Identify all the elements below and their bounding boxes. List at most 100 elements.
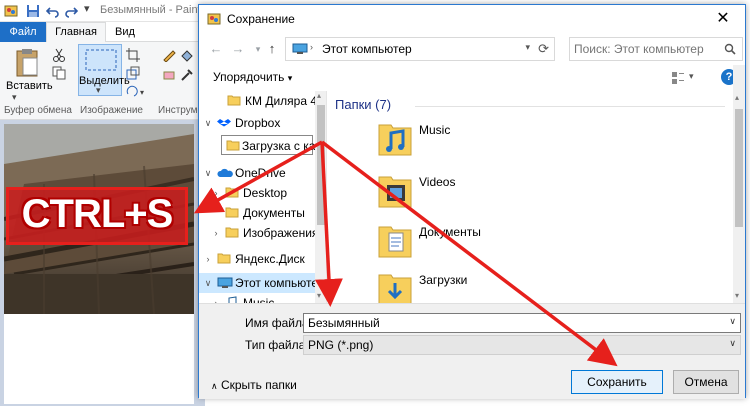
filename-value: Безымянный (308, 316, 380, 330)
view-dropdown-icon[interactable]: ▾ (689, 71, 694, 82)
nav-item-label: Яндекс.Диск (235, 252, 305, 266)
eraser-icon[interactable] (162, 68, 176, 82)
up-arrow-icon[interactable]: ↑ (263, 39, 281, 59)
filetype-select[interactable]: PNG (*.png) ∨ (303, 335, 741, 355)
expanded-chevron-icon[interactable]: ∨ (203, 163, 213, 183)
nav-item-images[interactable]: › Изображения (199, 223, 319, 243)
filename-input[interactable]: Безымянный ∨ (303, 313, 741, 333)
search-input[interactable] (574, 41, 722, 57)
address-text: Этот компьютер (322, 42, 412, 56)
scroll-down-icon[interactable]: ▾ (317, 291, 321, 300)
canvas-blank-area[interactable] (4, 314, 194, 404)
tab-home[interactable]: Главная (46, 22, 106, 43)
videos-folder-icon (378, 176, 412, 208)
paste-label[interactable]: Вставить (6, 80, 53, 92)
resize-icon[interactable] (126, 66, 140, 80)
save-button[interactable]: Сохранить (571, 370, 663, 394)
image-group-label: Изображение (80, 105, 143, 116)
close-button[interactable]: ✕ (701, 5, 745, 33)
save-icon[interactable] (26, 4, 40, 18)
collapsed-chevron-icon[interactable]: › (211, 183, 221, 203)
nav-item-camera-uploads[interactable]: Загрузка с камеры (221, 135, 326, 155)
search-box[interactable] (569, 37, 743, 61)
search-icon[interactable] (724, 43, 736, 55)
paint-title: Безымянный - Paint (100, 4, 201, 16)
content-pane: ∨ Папки (7) Music Videos Документы Загру… (329, 91, 731, 303)
nav-scrollbar-thumb[interactable] (317, 105, 325, 225)
undo-icon[interactable] (46, 4, 60, 18)
dialog-bottom-panel: Имя файла: Безымянный ∨ Тип файла: PNG (… (199, 303, 745, 399)
scroll-up-icon[interactable]: ▴ (735, 93, 739, 102)
nav-scrollbar[interactable]: ▴ ▾ (315, 91, 326, 303)
copy-icon[interactable] (52, 66, 66, 80)
content-scrollbar[interactable]: ▴ ▾ (733, 65, 745, 303)
select-icon (85, 49, 117, 71)
ctrl-s-annotation: CTRL+S (6, 187, 188, 245)
folder-tile-videos[interactable]: Videos (377, 171, 577, 215)
dropbox-icon (217, 119, 231, 127)
tab-file[interactable]: Файл (0, 22, 46, 42)
paste-icon[interactable] (14, 48, 40, 78)
view-options-icon[interactable] (671, 71, 685, 85)
folder-icon (225, 227, 239, 238)
filename-dropdown-icon[interactable]: ∨ (729, 316, 736, 327)
address-bar[interactable]: › Этот компьютер ▾ ⟳ (285, 37, 555, 61)
organize-dropdown-icon: ▾ (287, 73, 293, 83)
folder-icon (225, 207, 239, 218)
dialog-app-icon (207, 13, 221, 25)
cut-icon[interactable] (52, 48, 66, 62)
nav-item-desktop[interactable]: › Desktop (199, 183, 315, 203)
rotate-icon[interactable]: ▾ (126, 84, 148, 98)
nav-item-label: Desktop (243, 186, 288, 200)
pencil-icon[interactable] (162, 48, 176, 62)
select-button[interactable]: Выделить ▾ (78, 44, 130, 96)
paste-dropdown-icon[interactable]: ▾ (12, 92, 17, 103)
fill-icon[interactable] (180, 48, 194, 62)
refresh-icon[interactable]: ⟳ (538, 41, 549, 57)
nav-item-yandex-disk[interactable]: › Яндекс.Диск (199, 249, 315, 269)
folder-tile-label: Документы (419, 225, 481, 239)
scroll-down-icon[interactable]: ▾ (735, 291, 739, 300)
nav-item-label: Dropbox (235, 116, 281, 130)
customize-qat-icon[interactable]: ▾ (84, 2, 90, 16)
command-bar: Упорядочить ▾ ▾ ? (199, 65, 745, 91)
collapsed-chevron-icon[interactable]: › (203, 249, 213, 269)
nav-item-km-dilyara[interactable]: КМ Диляра 40 (199, 91, 324, 111)
scroll-up-icon[interactable]: ▴ (317, 91, 321, 100)
group-divider (415, 106, 725, 107)
hide-folders-label: Скрыть папки (220, 378, 297, 392)
organize-label: Упорядочить (213, 70, 285, 84)
content-scrollbar-thumb[interactable] (735, 109, 743, 227)
nav-item-label: Music (243, 296, 275, 303)
folder-tile-documents[interactable]: Документы (377, 221, 577, 265)
address-dropdown-icon[interactable]: ▾ (525, 42, 530, 53)
clipboard-group-label: Буфер обмена (4, 105, 72, 116)
nav-item-this-pc[interactable]: ∨ Этот компьютер (199, 273, 325, 293)
collapsed-chevron-icon[interactable]: › (211, 293, 221, 303)
expanded-chevron-icon[interactable]: ∨ (203, 113, 213, 133)
expanded-chevron-icon[interactable]: ∨ (203, 273, 213, 293)
hide-folders-toggle[interactable]: ∧ Скрыть папки (211, 378, 297, 392)
paint-app-icon (4, 5, 18, 17)
redo-icon[interactable] (64, 4, 78, 18)
back-arrow-icon[interactable]: ← (207, 39, 225, 59)
folder-tile-music[interactable]: Music (377, 119, 577, 163)
folder-tile-downloads[interactable]: Загрузки (377, 269, 577, 303)
cancel-button[interactable]: Отмена (673, 370, 739, 394)
paint-canvas-area (0, 120, 205, 406)
nav-item-documents[interactable]: Документы (199, 203, 315, 223)
crop-icon[interactable] (126, 48, 140, 62)
organize-button[interactable]: Упорядочить ▾ (213, 70, 292, 84)
folders-group-header[interactable]: Папки (7) (335, 97, 391, 112)
forward-arrow-icon[interactable]: → (229, 39, 247, 59)
group-collapse-icon[interactable]: ∨ (329, 99, 330, 110)
nav-item-onedrive[interactable]: ∨ OneDrive (199, 163, 315, 183)
tab-view[interactable]: Вид (112, 22, 138, 42)
downloads-folder-icon (378, 274, 412, 303)
nav-item-music[interactable]: › Music (199, 293, 315, 303)
color-picker-icon[interactable] (180, 68, 194, 82)
svg-text:▾: ▾ (140, 88, 144, 97)
nav-item-dropbox[interactable]: ∨ Dropbox (199, 113, 315, 133)
onedrive-icon (217, 168, 233, 177)
collapsed-chevron-icon[interactable]: › (211, 223, 221, 243)
